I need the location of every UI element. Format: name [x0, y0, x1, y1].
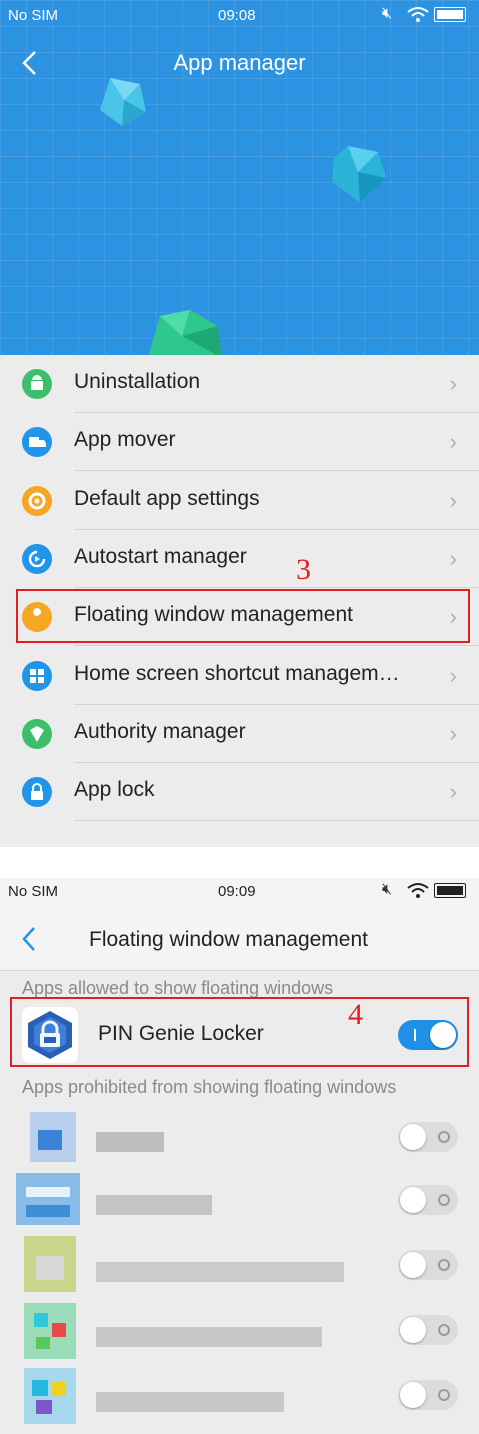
- status-time: 09:09: [218, 883, 256, 900]
- prohibited-app-row[interactable]: [0, 1236, 479, 1301]
- prohibited-section-header: Apps prohibited from showing floating wi…: [22, 1077, 397, 1097]
- blurred-app-icon: [24, 1303, 76, 1359]
- wifi-icon: [407, 883, 429, 898]
- app-manager-screen: No SIM 09:08 🔇︎ App manager Uninstallati…: [0, 0, 479, 847]
- menu-item[interactable]: Uninstallation ›: [0, 355, 479, 413]
- gear-icon: [22, 485, 52, 516]
- allow-toggle[interactable]: [398, 1185, 458, 1215]
- chevron-right-icon: ›: [449, 720, 457, 746]
- menu-item[interactable]: Authority manager ›: [0, 705, 479, 763]
- gem-decoration-icon: [148, 310, 222, 355]
- blurred-app-icon: [24, 1368, 76, 1424]
- blurred-app-icon: [30, 1112, 76, 1162]
- blurred-app-name: [96, 1262, 344, 1282]
- chevron-right-icon: ›: [449, 662, 457, 688]
- menu-item-label: Autostart manager: [74, 544, 247, 568]
- menu-item-label: App lock: [74, 778, 155, 802]
- autostart-icon: [22, 543, 52, 574]
- menu-item[interactable]: Home screen shortcut managem… ›: [0, 647, 479, 705]
- header-banner: No SIM 09:08 🔇︎ App manager: [0, 0, 479, 355]
- step-annotation: 4: [348, 998, 363, 1031]
- mute-icon: 🔇︎: [382, 5, 393, 22]
- battery-icon: [434, 7, 466, 22]
- menu-item-label: Default app settings: [74, 486, 260, 510]
- gem-decoration-icon: [100, 78, 146, 126]
- allowed-section-header: Apps allowed to show floating windows: [22, 978, 334, 998]
- battery-icon: [434, 883, 466, 898]
- highlight-box: [16, 589, 470, 643]
- menu-item[interactable]: App lock ›: [0, 763, 479, 822]
- step-annotation: 3: [296, 553, 311, 586]
- chevron-right-icon: ›: [449, 487, 457, 513]
- allow-toggle[interactable]: [398, 1315, 458, 1345]
- back-arrow-icon[interactable]: [20, 926, 38, 952]
- divider: [74, 820, 479, 822]
- truck-icon: [22, 427, 52, 458]
- blurred-app-name: [96, 1327, 322, 1347]
- grid-icon: [22, 660, 52, 691]
- allow-toggle[interactable]: [398, 1122, 458, 1152]
- menu-item[interactable]: Autostart manager ›: [0, 530, 479, 588]
- prohibited-app-row[interactable]: [0, 1171, 479, 1236]
- chevron-right-icon: ›: [449, 371, 457, 396]
- menu-item-label: Home screen shortcut managem…: [74, 661, 400, 685]
- android-icon: [22, 369, 52, 399]
- highlight-box: [10, 997, 469, 1067]
- shield-icon: [22, 718, 52, 749]
- page-title: Floating window management: [89, 928, 368, 951]
- chevron-right-icon: ›: [449, 545, 457, 571]
- gem-decoration-icon: [332, 146, 386, 202]
- menu-item-label: Authority manager: [74, 719, 246, 743]
- chevron-right-icon: ›: [449, 779, 457, 805]
- page-title: App manager: [173, 50, 306, 75]
- menu-item[interactable]: Default app settings ›: [0, 472, 479, 530]
- floating-window-screen: No SIM 09:09 🔇︎ Floating window manageme…: [0, 878, 479, 1434]
- blurred-app-icon: [16, 1173, 80, 1225]
- menu-item-label: Uninstallation: [74, 370, 201, 393]
- status-time: 09:08: [218, 7, 256, 24]
- menu-item[interactable]: App mover ›: [0, 413, 479, 472]
- lock-icon: [22, 777, 52, 808]
- allow-toggle[interactable]: [398, 1380, 458, 1410]
- blurred-app-name: [96, 1392, 284, 1412]
- prohibited-app-row[interactable]: [0, 1301, 479, 1366]
- prohibited-app-row[interactable]: [0, 1106, 479, 1171]
- blurred-app-name: [96, 1132, 164, 1152]
- allow-toggle[interactable]: [398, 1250, 458, 1280]
- wifi-icon: [407, 7, 429, 22]
- top-bar: No SIM 09:09 🔇︎ Floating window manageme…: [0, 878, 479, 971]
- blurred-app-name: [96, 1195, 212, 1215]
- menu-item-label: App mover: [74, 428, 176, 452]
- prohibited-app-row[interactable]: [0, 1366, 479, 1431]
- mute-icon: 🔇︎: [382, 881, 393, 898]
- chevron-right-icon: ›: [449, 429, 457, 455]
- blurred-app-icon: [24, 1236, 76, 1292]
- status-carrier: No SIM: [8, 7, 59, 24]
- status-carrier: No SIM: [8, 883, 59, 900]
